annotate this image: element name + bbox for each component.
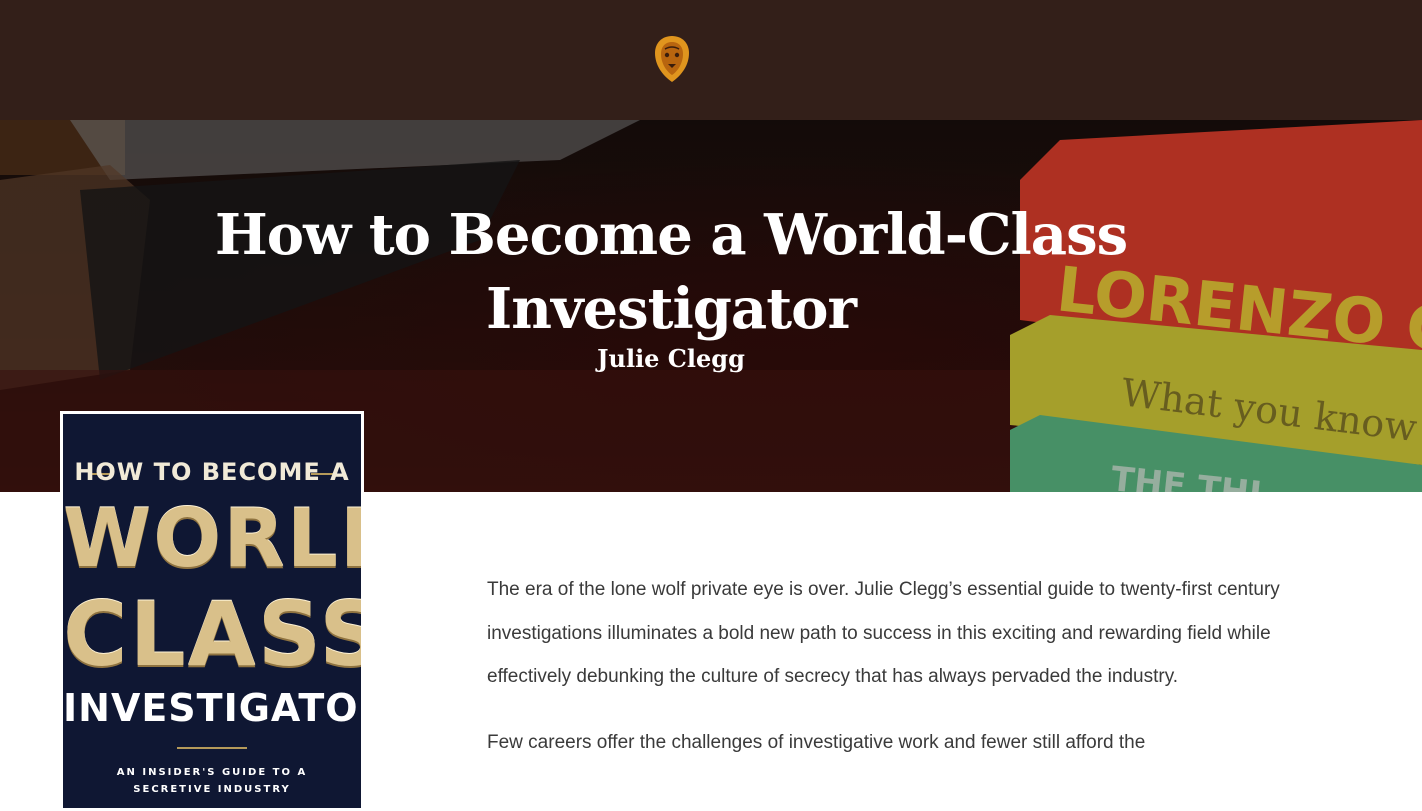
author-name[interactable]: Julie Clegg [471,342,871,376]
cover-subtitle-line1: AN INSIDER'S GUIDE TO A [116,767,308,778]
page-title: How to Become a World-Class Investigator [214,202,1128,342]
cover-title-investigator: INVESTIGATOR [63,686,361,730]
description-paragraph: Few careers offer the challenges of inve… [487,731,1146,753]
cover-rule-bottom [177,747,247,749]
description-paragraph: The era of the lone wolf private eye is … [487,579,1280,687]
cover-title-world: WORLD [63,492,361,585]
cover-subtitle: AN INSIDER'S GUIDE TO A SECRETIVE INDUST… [63,764,361,798]
cover-subtitle-line2: SECRETIVE INDUSTRY [133,784,291,795]
lion-head-icon[interactable] [652,35,692,83]
book-cover[interactable]: HOW TO BECOME A WORLD CLASS INVESTIGATOR… [60,411,364,811]
cover-top-line: HOW TO BECOME A [74,458,350,486]
cover-title-class: CLASS [63,583,361,686]
site-header [0,0,1422,120]
book-description: The era of the lone wolf private eye is … [487,568,1297,786]
book-cover-art: HOW TO BECOME A WORLD CLASS INVESTIGATOR… [63,414,361,808]
